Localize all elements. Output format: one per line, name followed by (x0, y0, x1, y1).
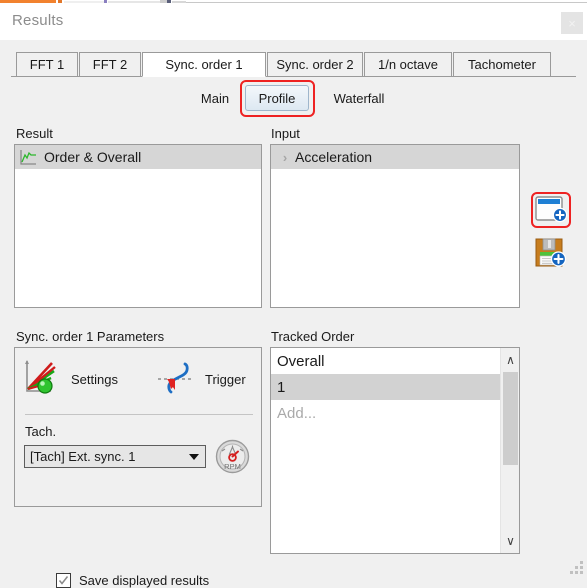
input-listbox[interactable]: › Acceleration (270, 144, 520, 308)
tab-bar: FFT 1 FFT 2 Sync. order 1 Sync. order 2 … (11, 52, 576, 77)
list-item-label: Add... (277, 404, 317, 422)
save-displayed-results-checkbox[interactable]: Save displayed results (56, 573, 209, 588)
strip-segment-4 (108, 1, 160, 3)
strip-segment-5 (160, 0, 167, 3)
accent-orange-strip (0, 0, 56, 3)
scroll-down-icon[interactable]: ∨ (501, 531, 520, 551)
settings-label: Settings (71, 371, 118, 387)
tab-1n-octave[interactable]: 1/n octave (364, 52, 452, 77)
chevron-right-icon[interactable]: › (275, 147, 295, 167)
dialog-body: FFT 1 FFT 2 Sync. order 1 Sync. order 2 … (0, 40, 587, 588)
result-group-label: Result (16, 126, 53, 141)
new-window-add-icon[interactable] (534, 195, 568, 225)
resize-grip[interactable] (569, 560, 583, 574)
list-item-label: Order & Overall (44, 149, 142, 165)
tab-tachometer[interactable]: Tachometer (453, 52, 551, 77)
save-disk-add-icon[interactable] (534, 237, 568, 269)
tab-fft-2[interactable]: FFT 2 (79, 52, 141, 77)
rpm-gauge-icon[interactable]: RPM (214, 438, 251, 475)
input-group-label: Input (271, 126, 300, 141)
order-settings-icon (21, 358, 63, 401)
tach-select-value: [Tach] Ext. sync. 1 (30, 449, 136, 464)
chevron-down-icon[interactable] (183, 453, 205, 460)
list-item[interactable]: Overall (271, 348, 500, 374)
close-icon[interactable]: × (561, 12, 583, 34)
list-item-label: Overall (277, 352, 325, 370)
rpm-gauge-text: RPM (224, 462, 241, 471)
tach-label: Tach. (25, 424, 57, 439)
window-title: Results (12, 12, 64, 29)
parameters-groupbox: Settings Trigger Tach. [Tach] Ext. sync.… (14, 347, 262, 507)
subtab-waterfall[interactable]: Waterfall (320, 85, 398, 111)
tracked-order-listbox[interactable]: Overall 1 Add... ∧ ∨ (270, 347, 520, 554)
list-item[interactable]: › Acceleration (271, 145, 519, 169)
list-item[interactable]: 1 (271, 374, 500, 400)
settings-button[interactable]: Settings (21, 356, 143, 402)
strip-segment-3 (104, 0, 107, 3)
tab-fft-1[interactable]: FFT 1 (16, 52, 78, 77)
list-item[interactable]: Order & Overall (15, 145, 261, 169)
tach-select[interactable]: [Tach] Ext. sync. 1 (24, 445, 206, 468)
scrollbar-vertical[interactable]: ∧ ∨ (500, 348, 519, 553)
line-chart-icon (19, 149, 37, 166)
scroll-up-icon[interactable]: ∧ (501, 350, 520, 370)
window-titlebar: Results × (0, 4, 587, 40)
result-listbox[interactable]: Order & Overall (14, 144, 262, 308)
checkbox-label: Save displayed results (79, 573, 210, 588)
strip-segment-7 (172, 1, 186, 3)
list-item-add[interactable]: Add... (271, 400, 500, 426)
trigger-button[interactable]: Trigger (155, 356, 259, 402)
parameters-group-label: Sync. order 1 Parameters (16, 329, 165, 344)
trigger-curve-icon (155, 359, 197, 400)
list-item-label: 1 (277, 378, 286, 396)
parameters-divider (25, 414, 253, 415)
strip-segment-8 (186, 2, 587, 3)
subtab-main[interactable]: Main (192, 85, 238, 111)
list-item-label: Acceleration (295, 149, 373, 165)
strip-segment-2 (64, 1, 104, 3)
tracked-order-rows: Overall 1 Add... (271, 348, 500, 426)
strip-segment-1 (58, 0, 62, 3)
tab-sync-order-2[interactable]: Sync. order 2 (267, 52, 363, 77)
tracked-order-group-label: Tracked Order (271, 329, 355, 344)
tab-sync-order-1[interactable]: Sync. order 1 (142, 52, 266, 77)
trigger-label: Trigger (205, 371, 246, 387)
strip-segment-6 (167, 0, 171, 3)
subtab-profile[interactable]: Profile (245, 85, 309, 111)
checkbox-box[interactable] (56, 573, 71, 588)
sub-tab-bar: Main Profile Waterfall (0, 80, 587, 117)
tab-bar-filler (551, 52, 576, 76)
scrollbar-thumb[interactable] (503, 372, 518, 465)
